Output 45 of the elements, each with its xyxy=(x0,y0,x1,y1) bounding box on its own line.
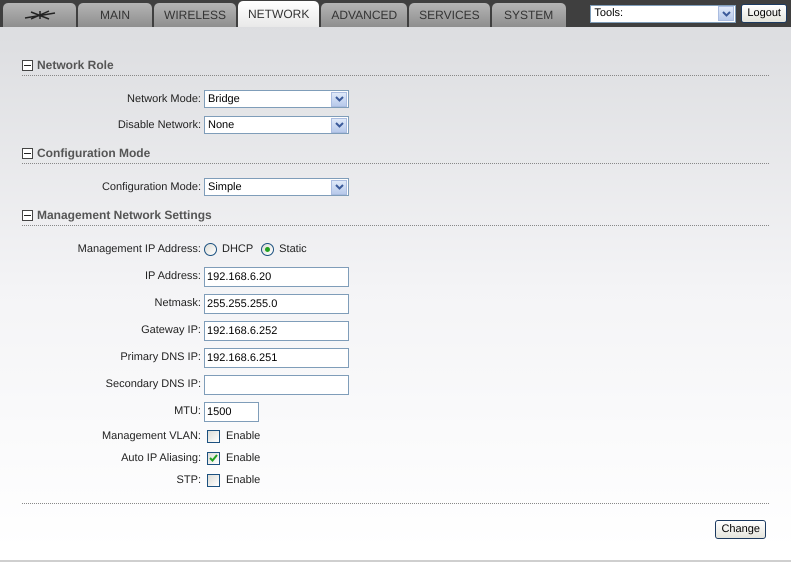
field-label: Primary DNS IP: xyxy=(119,350,202,366)
nav-tab[interactable]: ADVANCED xyxy=(321,3,408,27)
field-label: IP Address: xyxy=(144,269,202,284)
checkmark-icon xyxy=(209,454,218,462)
collapse-icon[interactable] xyxy=(22,210,33,220)
dropdown[interactable]: None xyxy=(204,116,349,134)
collapse-icon[interactable] xyxy=(22,60,33,70)
section-title: Network Role xyxy=(37,57,114,74)
radio-option[interactable]: DHCP xyxy=(204,241,254,258)
nav-tab[interactable]: SERVICES xyxy=(409,3,490,27)
checkbox[interactable]: Enable xyxy=(207,450,260,466)
checkbox[interactable]: Enable xyxy=(207,472,260,488)
field-label: Disable Network: xyxy=(116,118,202,133)
input-field[interactable]: 255.255.255.0 xyxy=(204,294,349,314)
field-label: Management VLAN: xyxy=(100,428,202,444)
dropdown[interactable]: Bridge xyxy=(204,90,349,108)
field-label: Gateway IP: xyxy=(140,323,202,338)
logo-tab[interactable] xyxy=(3,3,76,27)
checkbox[interactable]: Enable xyxy=(207,428,260,444)
input-field[interactable]: 192.168.6.20 xyxy=(204,266,349,286)
field-label: Configuration Mode: xyxy=(100,180,202,195)
logout-button[interactable]: Logout xyxy=(741,4,787,23)
nav-tab[interactable]: SYSTEM xyxy=(492,3,566,27)
section-title: Configuration Mode xyxy=(37,145,150,162)
field-label: Auto IP Aliasing: xyxy=(120,450,202,466)
dropdown[interactable]: Simple xyxy=(204,178,349,196)
field-label: Secondary DNS IP: xyxy=(104,377,202,392)
field-label: Management IP Address: xyxy=(76,242,202,258)
radio-option[interactable]: Static xyxy=(261,241,307,258)
input-field[interactable]: 192.168.6.252 xyxy=(204,320,349,340)
tools-dropdown[interactable]: Tools: xyxy=(590,4,736,22)
nav-tab[interactable]: WIRELESS xyxy=(154,3,236,27)
input-field[interactable]: 1500 xyxy=(204,402,259,422)
collapse-icon[interactable] xyxy=(22,148,33,158)
logo-icon xyxy=(22,9,56,21)
nav-tab[interactable]: MAIN xyxy=(78,3,152,27)
field-label: Netmask: xyxy=(154,296,202,312)
field-label: STP: xyxy=(176,472,202,488)
input-field[interactable] xyxy=(204,374,349,394)
section-title: Management Network Settings xyxy=(37,207,212,224)
field-label: MTU: xyxy=(173,404,202,420)
field-label: Network Mode: xyxy=(126,92,202,107)
change-button[interactable]: Change xyxy=(715,520,766,539)
input-field[interactable]: 192.168.6.251 xyxy=(204,348,349,368)
nav-tab[interactable]: NETWORK xyxy=(238,1,320,27)
